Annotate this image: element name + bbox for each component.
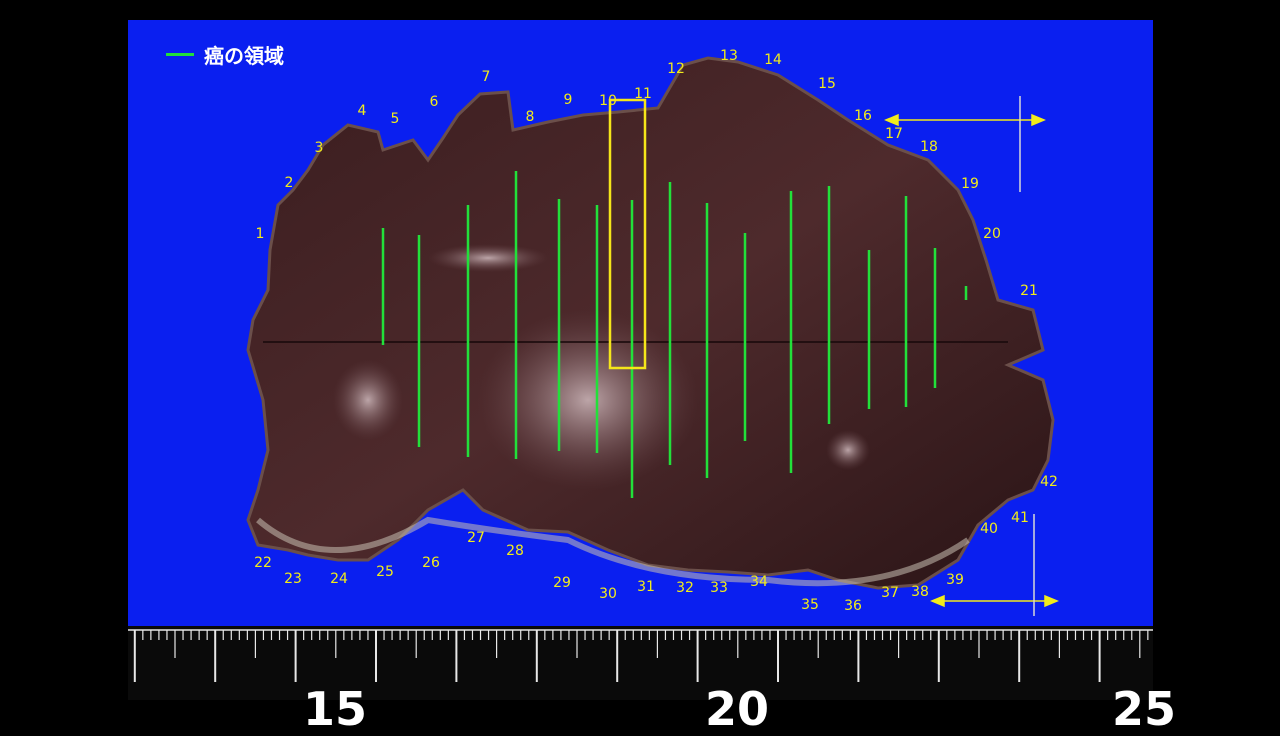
section-number: 40 — [980, 521, 998, 537]
section-number: 28 — [506, 543, 524, 559]
section-number: 11 — [634, 86, 652, 102]
section-number: 29 — [553, 575, 571, 591]
section-number: 8 — [525, 109, 535, 125]
section-number: 37 — [881, 585, 899, 601]
section-number: 38 — [911, 584, 929, 600]
section-number: 25 — [376, 564, 394, 580]
section-number: 34 — [750, 574, 768, 590]
section-number: 12 — [667, 61, 685, 77]
section-number: 3 — [314, 140, 324, 156]
section-number: 7 — [481, 69, 491, 85]
section-number: 17 — [885, 126, 903, 142]
section-number: 24 — [330, 571, 348, 587]
section-number: 27 — [467, 530, 485, 546]
section-number: 2 — [284, 175, 294, 191]
section-number: 42 — [1040, 474, 1058, 490]
section-number: 4 — [357, 103, 367, 119]
section-number: 30 — [599, 586, 617, 602]
section-number: 33 — [710, 580, 728, 596]
section-number: 10 — [599, 93, 617, 109]
section-number: 32 — [676, 580, 694, 596]
section-number: 39 — [946, 572, 964, 588]
legend: 癌の領域 — [166, 40, 284, 69]
legend-swatch — [166, 53, 194, 56]
section-number: 21 — [1020, 283, 1038, 299]
section-number: 36 — [844, 598, 862, 614]
section-number: 31 — [637, 579, 655, 595]
section-number: 23 — [284, 571, 302, 587]
section-number: 26 — [422, 555, 440, 571]
section-number: 6 — [429, 94, 439, 110]
section-number: 19 — [961, 176, 979, 192]
section-number: 9 — [563, 92, 573, 108]
section-number: 22 — [254, 555, 272, 571]
section-number: 13 — [720, 48, 738, 64]
section-number: 14 — [764, 52, 782, 68]
section-number: 16 — [854, 108, 872, 124]
section-number: 20 — [983, 226, 1001, 242]
annotation-overlay — [381, 98, 968, 498]
legend-label: 癌の領域 — [204, 44, 284, 68]
selection-box[interactable] — [608, 98, 647, 370]
section-number: 15 — [818, 76, 836, 92]
section-number: 1 — [255, 226, 265, 242]
section-number: 35 — [801, 597, 819, 613]
section-number: 18 — [920, 139, 938, 155]
section-number: 41 — [1011, 510, 1029, 526]
section-number: 5 — [390, 111, 400, 127]
